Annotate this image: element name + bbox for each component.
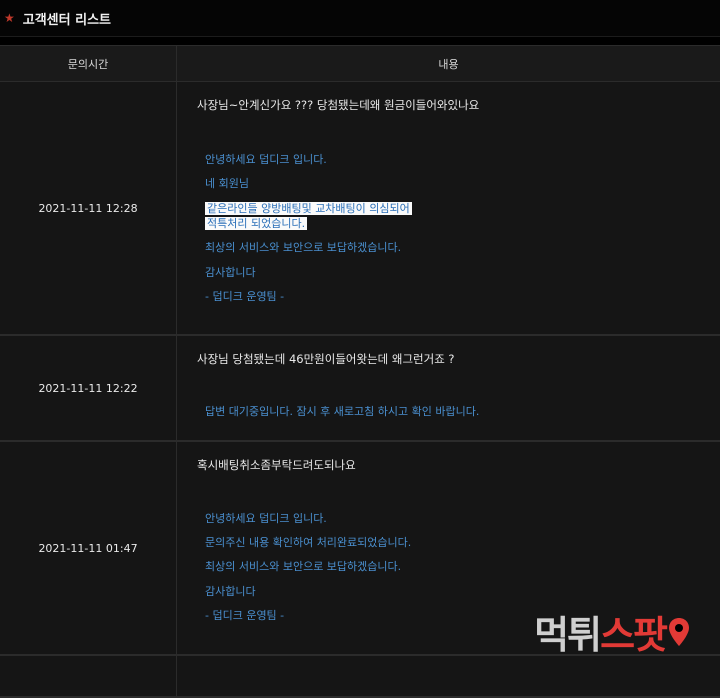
watermark-text-2: 스팟	[600, 613, 668, 657]
star-icon: ★	[4, 11, 15, 25]
map-pin-icon	[669, 617, 689, 646]
column-header-content: 내용	[438, 57, 459, 71]
inquiry-table: 문의시간 내용 2021-11-11 12:28 사장님~안계신가요 ??? 당…	[0, 45, 720, 698]
inquiry-content: 사장님 당첨됐는데 46만원이들어왓는데 왜그런거죠 ? 답변 대기중입니다. …	[177, 336, 720, 440]
watermark-logo: 먹튀 스팟	[534, 604, 690, 659]
table-row[interactable]: 2021-11-11 12:28 사장님~안계신가요 ??? 당첨됐는데왜 원금…	[0, 82, 720, 336]
inquiry-time: 2021-11-11 12:28	[0, 82, 177, 334]
answer-line: 안녕하세요 덥디크 입니다.	[205, 153, 327, 166]
answer-line: 감사합니다	[205, 585, 256, 598]
inquiry-content	[177, 656, 720, 696]
inquiry-content: 사장님~안계신가요 ??? 당첨됐는데왜 원금이들어와있나요 안녕하세요 덥디크…	[177, 82, 720, 334]
inquiry-time: 2021-11-11 12:22	[0, 336, 177, 440]
table-row[interactable]	[0, 656, 720, 698]
column-header-time: 문의시간	[0, 46, 177, 81]
answer-line: 답변 대기중입니다. 잠시 후 새로고침 하시고 확인 바랍니다.	[205, 405, 480, 418]
question-text: 혹시배팅취소좀부탁드려도되나요	[197, 458, 356, 472]
answer-line: 적특처리 되었습니다.	[205, 215, 308, 231]
question-text: 사장님 당첨됐는데 46만원이들어왓는데 왜그런거죠 ?	[197, 352, 455, 366]
answer-line: 감사합니다	[205, 266, 256, 279]
answer-line: 같은라인들 양방배팅및 교차배팅이 의심되어	[205, 200, 412, 216]
answer-line: - 덥디크 운영팀 -	[205, 290, 285, 303]
answer-line: 네 회원님	[205, 177, 249, 190]
question-text: 사장님~안계신가요 ??? 당첨됐는데왜 원금이들어와있나요	[197, 98, 480, 112]
table-header: 문의시간 내용	[0, 45, 720, 82]
answer-line: 최상의 서비스와 보안으로 보답하겠습니다.	[205, 241, 402, 254]
inquiry-time	[0, 656, 177, 696]
watermark-text-1: 먹튀	[534, 613, 602, 657]
answer-line: - 덥디크 운영팀 -	[205, 609, 285, 622]
page-title: 고객센터 리스트	[22, 12, 112, 28]
answer-line: 안녕하세요 덥디크 입니다.	[205, 512, 327, 525]
answer-line: 최상의 서비스와 보안으로 보답하겠습니다.	[205, 560, 402, 573]
page-header: ★ 고객센터 리스트	[0, 0, 720, 37]
highlighted-text: 같은라인들 양방배팅및 교차배팅이 의심되어	[205, 202, 412, 215]
highlighted-text: 적특처리 되었습니다.	[205, 217, 308, 230]
inquiry-time: 2021-11-11 01:47	[0, 442, 177, 654]
answer-line: 문의주신 내용 확인하여 처리완료되었습니다.	[205, 536, 412, 549]
table-row[interactable]: 2021-11-11 12:22 사장님 당첨됐는데 46만원이들어왓는데 왜그…	[0, 336, 720, 442]
